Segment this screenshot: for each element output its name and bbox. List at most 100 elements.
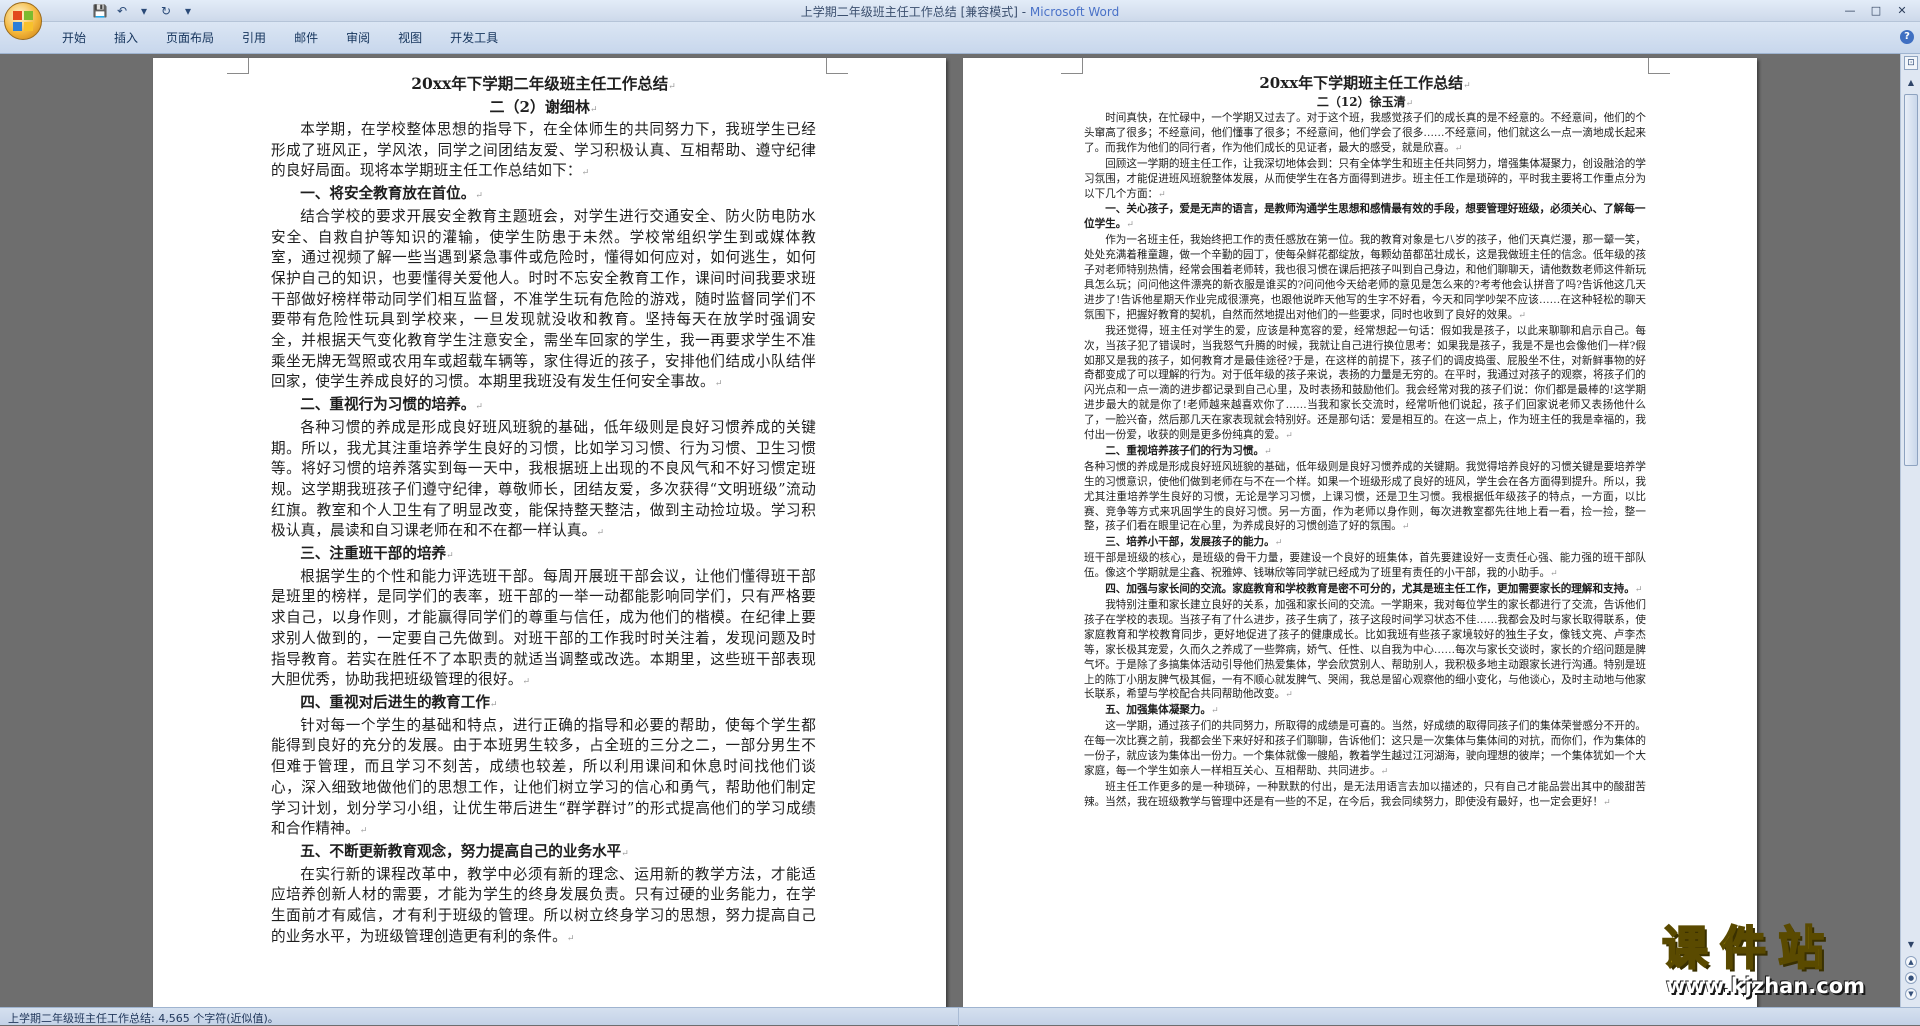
status-bar: 上学期二年级班主任工作总结: 4,565 个字符(近似值)。 bbox=[0, 1007, 1920, 1026]
section-heading: 三、注重班干部的培养↵ bbox=[300, 545, 454, 563]
section-heading: 五、加强集体凝聚力。↵ bbox=[1105, 704, 1219, 717]
paragraph-mark: ↵ bbox=[621, 848, 629, 859]
tab-mailings[interactable]: 邮件 bbox=[280, 28, 332, 48]
body-paragraph: 在实行新的课程改革中，教学中必须有新的理念、运用新的教学方法，才能适应培养创新人… bbox=[271, 865, 816, 945]
paragraph-mark: ↵ bbox=[581, 168, 590, 179]
body-paragraph: 作为一名班主任，我始终把工作的责任感放在第一位。我的教育对象是七八岁的孩子，他们… bbox=[1084, 234, 1646, 321]
body-paragraph: 回顾这一学期的班主任工作，让我深切地体会到：只有全体学生和班主任共同努力，增强集… bbox=[1084, 157, 1646, 200]
crop-mark bbox=[227, 58, 249, 74]
tab-view[interactable]: 视图 bbox=[384, 28, 436, 48]
tab-page-layout[interactable]: 页面布局 bbox=[152, 28, 228, 48]
status-divider bbox=[958, 1008, 959, 1026]
body-paragraph: 班干部是班级的核心，是班级的骨干力量，要建设一个良好的班集体，首先要建设好一支责… bbox=[1084, 552, 1646, 580]
right-page-content[interactable]: 20xx年下学期班主任工作总结↵ 二（12）徐玉清↵ 时间真快，在忙碌中，一个学… bbox=[1084, 74, 1646, 811]
body-paragraph: 本学期，在学校整体思想的指导下，在全体师生的共同努力下，我班学生已经形成了班风正… bbox=[271, 121, 816, 180]
previous-page-icon[interactable]: ▲ bbox=[1905, 956, 1917, 968]
scroll-down-icon[interactable]: ▼ bbox=[1904, 938, 1918, 952]
body-blocks: 时间真快，在忙碌中，一个学期又过去了。对于这个班，我感觉孩子们的成长真的是不经意… bbox=[1084, 111, 1646, 811]
body-paragraph: 我特别注重和家长建立良好的关系，加强和家长间的交流。一学期来，我对每位学生的家长… bbox=[1084, 599, 1646, 701]
body-paragraph: 这一学期，通过孩子们的共同努力，所取得的成绩是可喜的。当然，好成绩的取得同孩子们… bbox=[1084, 720, 1646, 777]
section-heading: 二、重视培养孩子们的行为习惯。↵ bbox=[1105, 444, 1272, 457]
view-ruler-icon[interactable]: ⊡ bbox=[1904, 56, 1918, 70]
scroll-up-icon[interactable]: ▲ bbox=[1904, 76, 1918, 90]
watermark-url: www.kjzhan.com bbox=[1666, 974, 1866, 998]
paragraph-mark: ↵ bbox=[475, 191, 483, 202]
paragraph-mark: ↵ bbox=[475, 402, 483, 413]
site-watermark-logo: 课件站 www.kjzhan.com bbox=[1661, 921, 1892, 1002]
next-page-icon[interactable]: ▼ bbox=[1905, 988, 1917, 1000]
paragraph-mark: ↵ bbox=[1380, 766, 1389, 777]
body-blocks: 本学期，在学校整体思想的指导下，在全体师生的共同努力下，我班学生已经形成了班风正… bbox=[271, 120, 816, 949]
paragraph-mark: ↵ bbox=[566, 933, 575, 944]
paragraph-mark: ↵ bbox=[589, 105, 598, 115]
paragraph-mark: ↵ bbox=[1274, 538, 1283, 549]
paragraph-mark: ↵ bbox=[1285, 690, 1293, 701]
paragraph-mark: ↵ bbox=[489, 699, 498, 710]
paragraph-mark: ↵ bbox=[1405, 99, 1414, 109]
paragraph-mark: ↵ bbox=[596, 528, 605, 539]
watermark-title: 课件站 bbox=[1661, 921, 1836, 975]
paragraph-mark: ↵ bbox=[359, 826, 368, 837]
body-paragraph: 各种习惯的养成是形成良好班风班貌的基础，低年级则是良好习惯养成的关键期。所以，我… bbox=[271, 418, 816, 540]
crop-mark bbox=[826, 58, 848, 74]
body-paragraph: 班主任工作更多的是一种琐碎，一种默默的付出，是无法用语言去加以描述的，只有自己才… bbox=[1084, 780, 1646, 808]
body-paragraph: 结合学校的要求开展安全教育主题班会，对学生进行交通安全、防火防电防水安全、自救自… bbox=[271, 207, 816, 391]
body-paragraph: 各种习惯的养成是形成良好班风班貌的基础，低年级则是良好习惯养成的关键期。我觉得培… bbox=[1084, 460, 1646, 533]
document-page-left[interactable]: 20xx年下学期二年级班主任工作总结↵ 二（2）谢细林↵ 本学期，在学校整体思想… bbox=[153, 58, 946, 1007]
vertical-scrollbar[interactable]: ⊡ ▲ ▼ ▲ ● ▼ bbox=[1900, 54, 1920, 1007]
section-heading: 四、重视对后进生的教育工作↵ bbox=[300, 693, 498, 711]
paragraph-mark: ↵ bbox=[1634, 585, 1643, 596]
office-logo-icon bbox=[13, 11, 33, 31]
select-browse-object-icon[interactable]: ● bbox=[1905, 972, 1917, 984]
office-button[interactable] bbox=[4, 2, 42, 40]
paragraph-mark: ↵ bbox=[1463, 81, 1471, 91]
paragraph-mark: ↵ bbox=[714, 379, 723, 390]
word-count-status[interactable]: 上学期二年级班主任工作总结: 4,565 个字符(近似值)。 bbox=[8, 1010, 279, 1026]
section-heading: 三、培养小干部，发展孩子的能力。↵ bbox=[1105, 536, 1283, 549]
paragraph-mark: ↵ bbox=[1264, 446, 1272, 457]
body-paragraph: 针对每一个学生的基础和特点，进行正确的指导和必要的帮助，使每个学生都能得到良好的… bbox=[271, 716, 816, 838]
section-heading: 二、重视行为习惯的培养。↵ bbox=[300, 396, 483, 414]
paragraph-mark: ↵ bbox=[1550, 569, 1558, 580]
minimize-button[interactable]: — bbox=[1838, 2, 1862, 18]
app-name: Microsoft Word bbox=[1029, 5, 1120, 19]
help-icon[interactable]: ? bbox=[1900, 30, 1914, 44]
ribbon-tabs: 开始 插入 页面布局 引用 邮件 审阅 视图 开发工具 bbox=[48, 28, 512, 48]
section-heading: 五、不断更新教育观念，努力提高自己的业务水平↵ bbox=[300, 842, 629, 860]
body-paragraph: 我还觉得，班主任对学生的爱，应该是种宽容的爱，经常想起一句话：假如我是孩子，以此… bbox=[1084, 324, 1646, 442]
paragraph-mark: ↵ bbox=[1285, 431, 1293, 442]
tab-references[interactable]: 引用 bbox=[228, 28, 280, 48]
crop-mark bbox=[1061, 58, 1083, 74]
tab-developer[interactable]: 开发工具 bbox=[436, 28, 512, 48]
tab-insert[interactable]: 插入 bbox=[100, 28, 152, 48]
maximize-button[interactable]: □ bbox=[1864, 2, 1888, 18]
paragraph-mark: ↵ bbox=[1158, 189, 1166, 200]
tab-review[interactable]: 审阅 bbox=[332, 28, 384, 48]
close-button[interactable]: ✕ bbox=[1890, 2, 1914, 18]
window-title: 上学期二年级班主任工作总结 [兼容模式] - Microsoft Word bbox=[0, 3, 1920, 20]
paragraph-mark: ↵ bbox=[522, 677, 531, 688]
document-page-right[interactable]: 20xx年下学期班主任工作总结↵ 二（12）徐玉清↵ 时间真快，在忙碌中，一个学… bbox=[963, 58, 1757, 1007]
document-title: 上学期二年级班主任工作总结 [兼容模式] - bbox=[800, 5, 1030, 19]
paragraph-mark: ↵ bbox=[668, 82, 676, 92]
paragraph-mark: ↵ bbox=[1211, 706, 1219, 717]
document-workspace: 20xx年下学期二年级班主任工作总结↵ 二（2）谢细林↵ 本学期，在学校整体思想… bbox=[0, 54, 1900, 1007]
window-controls: — □ ✕ bbox=[1838, 2, 1914, 18]
section-heading: 一、将安全教育放在首位。↵ bbox=[300, 185, 483, 203]
body-paragraph: 时间真快，在忙碌中，一个学期又过去了。对于这个班，我感觉孩子们的成长真的是不经意… bbox=[1084, 112, 1646, 154]
section-heading: 四、加强与家长间的交流。家庭教育和学校教育是密不可分的，尤其是班主任工作，更加需… bbox=[1105, 583, 1643, 596]
paragraph-mark: ↵ bbox=[446, 551, 454, 562]
author-line: 二（12）徐玉清↵ bbox=[1316, 95, 1414, 109]
section-heading: 一、关心孩子，爱是无声的语言，是教师沟通学生思想和感情最有效的手段，想要管理好班… bbox=[1084, 203, 1646, 231]
tab-home[interactable]: 开始 bbox=[48, 28, 100, 48]
paragraph-mark: ↵ bbox=[1454, 143, 1463, 154]
paragraph-mark: ↵ bbox=[1126, 220, 1134, 231]
scroll-thumb[interactable] bbox=[1904, 94, 1918, 466]
left-page-content[interactable]: 20xx年下学期二年级班主任工作总结↵ 二（2）谢细林↵ 本学期，在学校整体思想… bbox=[271, 74, 816, 949]
title-bar: 💾 ↶ ▾ ↻ ▾ 上学期二年级班主任工作总结 [兼容模式] - Microso… bbox=[0, 0, 1920, 22]
crop-mark bbox=[1648, 58, 1670, 74]
author-line: 二（2）谢细林↵ bbox=[489, 98, 598, 116]
ribbon: 开始 插入 页面布局 引用 邮件 审阅 视图 开发工具 ? bbox=[0, 22, 1920, 54]
page-title: 20xx年下学期二年级班主任工作总结↵ bbox=[411, 74, 676, 93]
paragraph-mark: ↵ bbox=[1518, 310, 1526, 321]
